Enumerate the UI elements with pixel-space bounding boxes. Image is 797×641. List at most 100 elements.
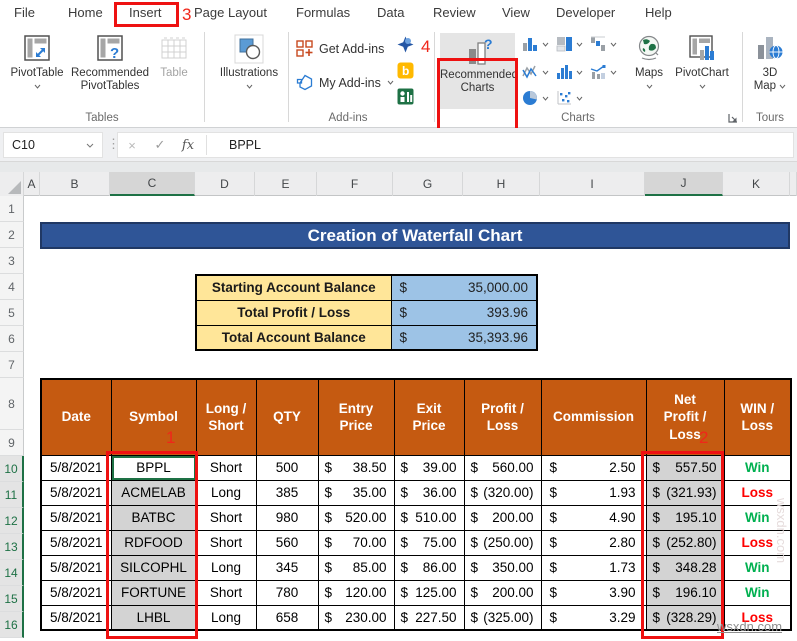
cell-entry[interactable]: $38.50 [317, 454, 395, 481]
col-header-win-loss[interactable]: WIN / Loss [723, 378, 792, 456]
row-header-16[interactable]: 16 [0, 612, 24, 638]
col-header-net-profit-loss[interactable]: Net Profit / Loss [645, 378, 725, 456]
cell-net[interactable]: $ (252.80) [645, 529, 725, 556]
column-header-partial[interactable] [790, 172, 797, 196]
cell-date[interactable]: 5/8/2021 [40, 579, 112, 606]
col-header-exit-price[interactable]: Exit Price [393, 378, 465, 456]
cell-pl[interactable]: $ (320.00) [463, 479, 542, 506]
cell-long-short[interactable]: Short [195, 529, 257, 556]
cell-qty[interactable]: 780 [255, 579, 319, 606]
summary-value[interactable]: $393.96 [390, 299, 538, 326]
cell-entry[interactable]: $35.00 [317, 479, 395, 506]
cell-net[interactable]: $557.50 [645, 454, 725, 481]
cell-net[interactable]: $ (328.29) [645, 604, 725, 631]
tab-view[interactable]: View [502, 5, 530, 20]
pivottable-button[interactable]: PivotTable [10, 32, 64, 92]
row-header-15[interactable]: 15 [0, 586, 24, 612]
cell-symbol[interactable]: FORTUNE [110, 579, 197, 606]
cell-commission[interactable]: $1.73 [540, 554, 647, 581]
column-header-i[interactable]: I [540, 172, 645, 196]
summary-value[interactable]: $35,393.96 [390, 324, 538, 351]
col-header-long-short[interactable]: Long / Short [195, 378, 257, 456]
3d-map-button[interactable]: 3D Map [748, 32, 792, 92]
row-header-1[interactable]: 1 [0, 196, 24, 222]
my-add-ins-button[interactable]: My Add-ins [296, 74, 394, 91]
people-graph-icon[interactable] [397, 88, 414, 105]
cell-net[interactable]: $195.10 [645, 504, 725, 531]
cell-exit[interactable]: $125.00 [393, 579, 465, 606]
tab-page-layout[interactable]: Page Layout [194, 5, 267, 20]
cell-symbol[interactable]: ACMELAB [110, 479, 197, 506]
maps-button[interactable]: Maps [628, 32, 670, 92]
col-header-date[interactable]: Date [40, 378, 112, 456]
cancel-button[interactable]: × [118, 138, 146, 153]
row-header-7[interactable]: 7 [0, 352, 24, 378]
cell-exit[interactable]: $75.00 [393, 529, 465, 556]
cell-exit[interactable]: $227.50 [393, 604, 465, 631]
row-header-6[interactable]: 6 [0, 326, 24, 352]
pivotchart-button[interactable]: PivotChart [672, 32, 732, 92]
summary-label[interactable]: Starting Account Balance [195, 274, 392, 301]
column-header-k[interactable]: K [723, 172, 790, 196]
cell-entry[interactable]: $85.00 [317, 554, 395, 581]
insert-column-chart-button[interactable] [522, 36, 549, 52]
cell-long-short[interactable]: Long [195, 554, 257, 581]
row-header-3[interactable]: 3 [0, 248, 24, 274]
insert-function-button[interactable]: fx [174, 138, 202, 153]
cell-date[interactable]: 5/8/2021 [40, 454, 112, 481]
cell-net[interactable]: $348.28 [645, 554, 725, 581]
column-header-d[interactable]: D [195, 172, 255, 196]
cell-entry[interactable]: $70.00 [317, 529, 395, 556]
column-header-b[interactable]: B [40, 172, 110, 196]
cell-pl[interactable]: $ (325.00) [463, 604, 542, 631]
row-header-14[interactable]: 14 [0, 560, 24, 586]
row-header-11[interactable]: 11 [0, 482, 24, 508]
row-header-8[interactable]: 8 [0, 378, 24, 430]
cell-long-short[interactable]: Short [195, 579, 257, 606]
cell-qty[interactable]: 658 [255, 604, 319, 631]
formula-input[interactable]: BPPL [211, 138, 261, 152]
insert-statistic-chart-button[interactable] [556, 64, 583, 80]
summary-value[interactable]: $35,000.00 [390, 274, 538, 301]
row-header-10[interactable]: 10 [0, 456, 24, 482]
row-header-5[interactable]: 5 [0, 300, 24, 326]
cell-symbol[interactable]: RDFOOD [110, 529, 197, 556]
cell-win-loss[interactable]: Win [723, 579, 792, 606]
col-header-profit-loss[interactable]: Profit / Loss [463, 378, 542, 456]
column-header-e[interactable]: E [255, 172, 317, 196]
cell-long-short[interactable]: Long [195, 604, 257, 631]
cell-long-short[interactable]: Short [195, 454, 257, 481]
cell-entry[interactable]: $120.00 [317, 579, 395, 606]
column-header-h[interactable]: H [463, 172, 540, 196]
cell-date[interactable]: 5/8/2021 [40, 529, 112, 556]
tab-file[interactable]: File [14, 5, 35, 20]
cell-entry[interactable]: $230.00 [317, 604, 395, 631]
cell-commission[interactable]: $1.93 [540, 479, 647, 506]
cell-exit[interactable]: $86.00 [393, 554, 465, 581]
column-header-a[interactable]: A [24, 172, 40, 196]
cell-date[interactable]: 5/8/2021 [40, 479, 112, 506]
insert-waterfall-chart-button[interactable] [590, 36, 617, 52]
cell-qty[interactable]: 500 [255, 454, 319, 481]
cell-entry[interactable]: $520.00 [317, 504, 395, 531]
cell-qty[interactable]: 560 [255, 529, 319, 556]
summary-label[interactable]: Total Profit / Loss [195, 299, 392, 326]
cell-pl[interactable]: $350.00 [463, 554, 542, 581]
tab-formulas[interactable]: Formulas [296, 5, 350, 20]
insert-hierarchy-chart-button[interactable] [556, 36, 583, 52]
cell-long-short[interactable]: Long [195, 479, 257, 506]
row-header-12[interactable]: 12 [0, 508, 24, 534]
row-header-13[interactable]: 13 [0, 534, 24, 560]
cell-pl[interactable]: $ (250.00) [463, 529, 542, 556]
tab-data[interactable]: Data [377, 5, 404, 20]
cell-date[interactable]: 5/8/2021 [40, 504, 112, 531]
row-header-9[interactable]: 9 [0, 430, 24, 456]
cell-symbol[interactable]: BATBC [110, 504, 197, 531]
tab-help[interactable]: Help [645, 5, 672, 20]
col-header-qty[interactable]: QTY [255, 378, 319, 456]
cell-date[interactable]: 5/8/2021 [40, 554, 112, 581]
col-header-commission[interactable]: Commission [540, 378, 647, 456]
insert-line-chart-button[interactable] [522, 64, 549, 80]
column-header-f[interactable]: F [317, 172, 393, 196]
cell-date[interactable]: 5/8/2021 [40, 604, 112, 631]
